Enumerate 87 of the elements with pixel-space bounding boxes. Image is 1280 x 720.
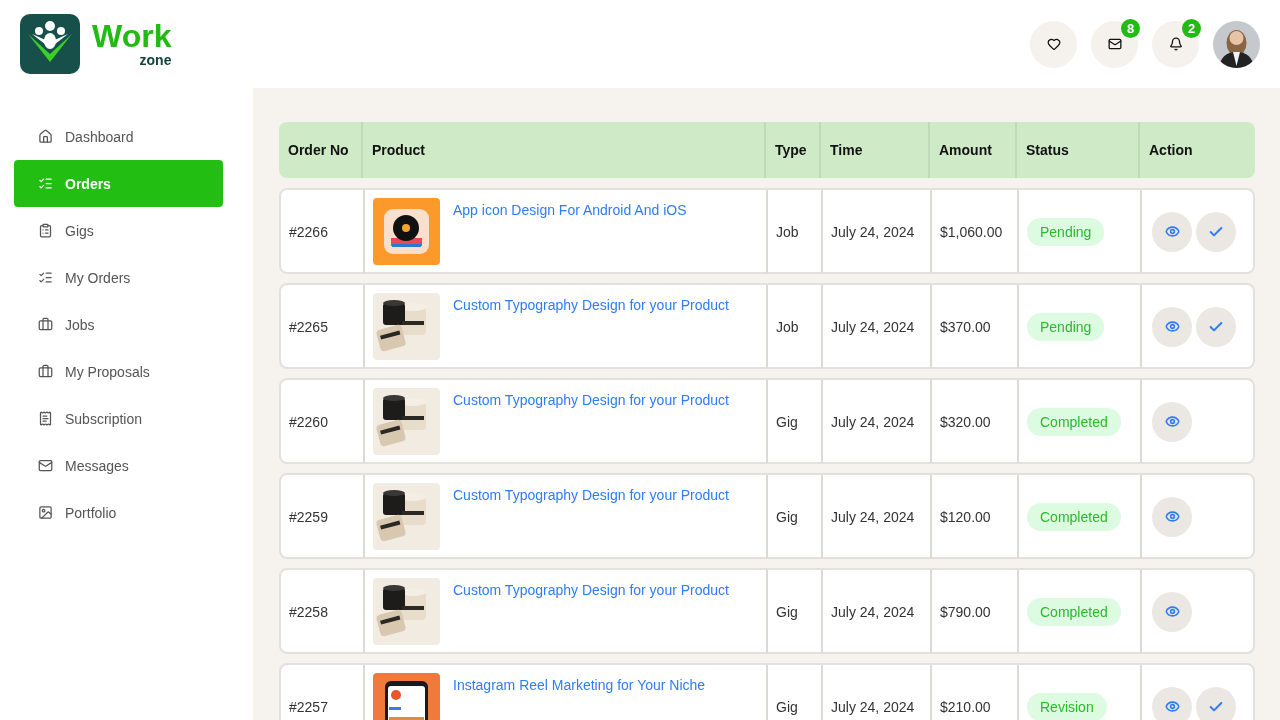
sidebar-item[interactable]: My Proposals bbox=[14, 348, 223, 395]
sidebar-item-icon bbox=[38, 364, 53, 379]
product-link[interactable]: Custom Typography Design for your Product bbox=[453, 392, 729, 408]
order-number: #2260 bbox=[281, 380, 365, 463]
time-cell: July 24, 2024 bbox=[823, 285, 932, 368]
approve-button[interactable] bbox=[1196, 306, 1236, 347]
column-header: Action bbox=[1148, 141, 1194, 160]
messages-badge: 8 bbox=[1121, 18, 1140, 38]
approve-button[interactable] bbox=[1196, 211, 1236, 252]
order-number: #2259 bbox=[281, 475, 365, 558]
time-cell: July 24, 2024 bbox=[823, 570, 932, 653]
eye-icon bbox=[1164, 509, 1180, 524]
column-header: Order No bbox=[279, 122, 363, 178]
type-cell: Job bbox=[768, 285, 823, 368]
status-badge: Pending bbox=[1027, 312, 1105, 341]
view-button[interactable] bbox=[1152, 591, 1192, 632]
product-link[interactable]: App icon Design For Android And iOS bbox=[453, 202, 687, 218]
amount-cell: $120.00 bbox=[932, 475, 1019, 558]
view-button[interactable] bbox=[1152, 401, 1192, 442]
product-link[interactable]: Custom Typography Design for your Product bbox=[453, 297, 729, 313]
column-header: Product bbox=[363, 122, 766, 178]
sidebar-item[interactable]: Gigs bbox=[14, 207, 223, 254]
notifications-badge: 2 bbox=[1182, 18, 1201, 38]
order-number: #2266 bbox=[281, 190, 365, 273]
eye-icon bbox=[1164, 604, 1180, 619]
notifications-button[interactable]: 2 bbox=[1152, 20, 1199, 68]
sidebar-item-icon bbox=[38, 505, 53, 520]
view-button[interactable] bbox=[1152, 496, 1192, 537]
type-cell: Gig bbox=[768, 380, 823, 463]
eye-icon bbox=[1164, 699, 1180, 714]
bell-icon bbox=[1168, 37, 1183, 51]
sidebar-item-icon bbox=[38, 317, 53, 332]
order-number: #2265 bbox=[281, 285, 365, 368]
amount-cell: $320.00 bbox=[932, 380, 1019, 463]
status-badge: Completed bbox=[1027, 407, 1121, 436]
sidebar-item[interactable]: Subscription bbox=[14, 395, 223, 442]
brand-name: Work bbox=[92, 20, 172, 52]
sidebar-item[interactable]: Portfolio bbox=[14, 489, 223, 536]
amount-cell: $1,060.00 bbox=[932, 190, 1019, 273]
sidebar-item[interactable]: Messages bbox=[14, 442, 223, 489]
column-header: Amount bbox=[930, 122, 1017, 178]
amount-cell: $210.00 bbox=[932, 665, 1019, 720]
product-link[interactable]: Custom Typography Design for your Product bbox=[453, 487, 729, 503]
time-cell: July 24, 2024 bbox=[823, 190, 932, 273]
eye-icon bbox=[1164, 319, 1180, 334]
type-cell: Job bbox=[768, 190, 823, 273]
order-number: #2257 bbox=[281, 665, 365, 720]
column-header: Status bbox=[1017, 122, 1140, 178]
messages-button[interactable]: 8 bbox=[1091, 20, 1138, 68]
mail-icon bbox=[1107, 37, 1122, 51]
type-cell: Gig bbox=[768, 665, 823, 720]
approve-button[interactable] bbox=[1196, 686, 1236, 720]
status-badge: Completed bbox=[1027, 597, 1121, 626]
eye-icon bbox=[1164, 224, 1180, 239]
sidebar-item-icon bbox=[38, 176, 53, 191]
status-badge: Pending bbox=[1027, 217, 1105, 246]
sidebar-item-icon bbox=[38, 458, 53, 473]
view-button[interactable] bbox=[1152, 306, 1192, 347]
product-link[interactable]: Instagram Reel Marketing for Your Niche bbox=[453, 677, 706, 693]
time-cell: July 24, 2024 bbox=[823, 380, 932, 463]
sidebar-item[interactable]: My Orders bbox=[14, 254, 223, 301]
type-cell: Gig bbox=[768, 570, 823, 653]
time-cell: July 24, 2024 bbox=[823, 665, 932, 720]
view-button[interactable] bbox=[1152, 211, 1192, 252]
sidebar-item[interactable]: Dashboard bbox=[14, 113, 223, 160]
type-cell: Gig bbox=[768, 475, 823, 558]
order-number: #2258 bbox=[281, 570, 365, 653]
sidebar-item-icon bbox=[38, 270, 53, 285]
favorites-button[interactable] bbox=[1030, 20, 1077, 68]
view-button[interactable] bbox=[1152, 686, 1192, 720]
heart-icon bbox=[1046, 37, 1061, 51]
sidebar-item[interactable]: Jobs bbox=[14, 301, 223, 348]
eye-icon bbox=[1164, 414, 1180, 429]
column-header: Type bbox=[766, 122, 821, 178]
status-badge: Completed bbox=[1027, 502, 1121, 531]
product-link[interactable]: Custom Typography Design for your Product bbox=[453, 582, 729, 598]
brand-subtitle: zone bbox=[139, 52, 172, 68]
status-badge: Revision bbox=[1027, 692, 1107, 720]
time-cell: July 24, 2024 bbox=[823, 475, 932, 558]
sidebar-item-icon bbox=[38, 129, 53, 144]
amount-cell: $790.00 bbox=[932, 570, 1019, 653]
column-header: Time bbox=[821, 122, 930, 178]
sidebar-item-icon bbox=[38, 411, 53, 426]
sidebar-item[interactable]: Orders bbox=[14, 160, 223, 207]
sidebar-item-icon bbox=[38, 223, 53, 238]
amount-cell: $370.00 bbox=[932, 285, 1019, 368]
logo-icon bbox=[20, 14, 80, 74]
